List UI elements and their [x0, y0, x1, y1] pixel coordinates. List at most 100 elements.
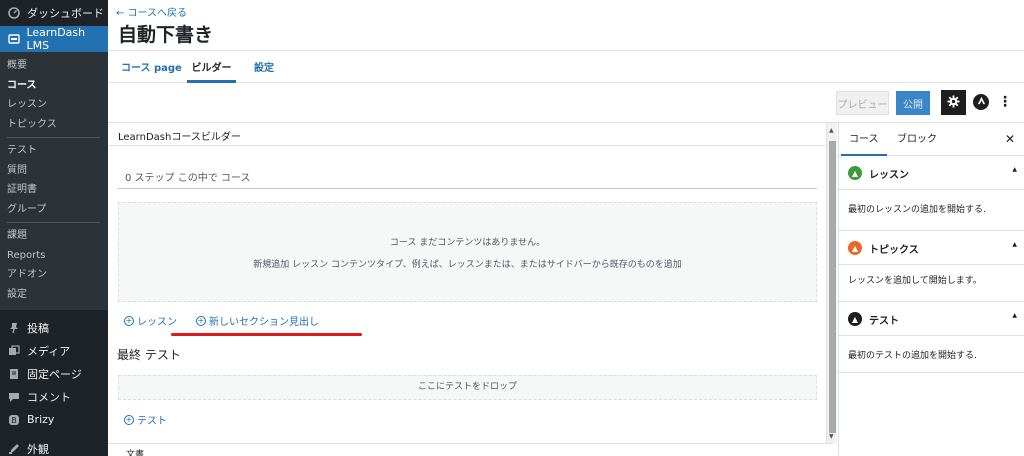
- steps-count: 0 ステップ この中で コース: [125, 173, 251, 184]
- more-options-button[interactable]: ⋮: [998, 92, 1012, 112]
- document-breadcrumb: 文書: [126, 450, 145, 456]
- submenu-addons[interactable]: アドオン: [0, 265, 108, 285]
- menu-dashboard[interactable]: ダッシュボード: [0, 0, 108, 26]
- submenu-overview[interactable]: 概要: [0, 56, 108, 76]
- comment-icon: [7, 390, 21, 404]
- submenu-topics[interactable]: トピックス: [0, 115, 108, 135]
- dashboard-icon: [7, 6, 21, 20]
- lessons-section: ▲ レッスン ▲ 最初のレッスンの追加を開始する.: [839, 156, 1024, 231]
- topic-icon: ▲: [848, 241, 862, 255]
- chevron-up-icon: ▲: [1012, 166, 1017, 173]
- astra-button[interactable]: [973, 94, 989, 110]
- pin-icon: [7, 321, 21, 335]
- menu-media[interactable]: メディア: [0, 339, 108, 362]
- plus-circle-icon: +: [196, 315, 206, 326]
- submenu-questions[interactable]: 質問: [0, 161, 108, 181]
- close-icon[interactable]: ✕: [1005, 132, 1015, 146]
- chevron-up-icon: ▲: [1012, 312, 1017, 319]
- add-section-heading-label: 新しいセクション見出し: [209, 317, 319, 328]
- menu-pages-label: 固定ページ: [27, 367, 82, 381]
- topics-section: ▲ トピックス ▲ レッスンを追加して開始します。: [839, 231, 1024, 302]
- tab-settings[interactable]: 設定: [254, 51, 274, 83]
- menu-pages[interactable]: 固定ページ: [0, 362, 108, 385]
- menu-appearance-label: 外観: [27, 442, 49, 456]
- topics-section-header[interactable]: ▲ トピックス ▲: [839, 231, 1024, 265]
- sidebar-tabs: コース ブロック ✕: [839, 123, 1024, 156]
- plus-circle-icon: +: [124, 414, 134, 425]
- menu-comments-label: コメント: [27, 390, 71, 404]
- menu-appearance[interactable]: 外観: [0, 437, 108, 456]
- tab-block[interactable]: ブロック: [889, 123, 945, 156]
- brizy-icon: B: [7, 413, 21, 427]
- menu-brizy-label: Brizy: [27, 413, 55, 426]
- learndash-icon: [7, 32, 20, 46]
- submenu-lessons[interactable]: レッスン: [0, 95, 108, 115]
- menu-learndash-label: LearnDash LMS: [26, 26, 86, 52]
- astra-logo-icon: [977, 96, 986, 108]
- add-quiz-label: テスト: [137, 416, 167, 427]
- page-title: 自動下書き: [118, 24, 214, 46]
- submenu-divider: [7, 137, 100, 138]
- menu-learndash[interactable]: LearnDash LMS: [0, 26, 108, 52]
- lessons-section-title: レッスン: [869, 170, 909, 181]
- svg-text:B: B: [11, 416, 17, 425]
- add-quiz-button[interactable]: + テスト: [124, 412, 167, 427]
- settings-button[interactable]: [941, 90, 966, 115]
- quiz-dropzone[interactable]: ここにテストをドロップ: [118, 375, 817, 400]
- submenu-quizzes[interactable]: テスト: [0, 141, 108, 161]
- submenu-reports[interactable]: Reports: [0, 246, 108, 266]
- lessons-section-text: 最初のレッスンの追加を開始する.: [848, 205, 986, 215]
- builder-title-divider: [108, 145, 826, 146]
- appearance-icon: [7, 442, 21, 456]
- menu-comments[interactable]: コメント: [0, 385, 108, 408]
- submenu-courses[interactable]: コース: [0, 76, 108, 96]
- scroll-up-arrow-icon[interactable]: ▲: [829, 127, 834, 134]
- pages-icon: [7, 367, 21, 381]
- preview-button[interactable]: プレビュー: [836, 91, 889, 115]
- settings-sidebar: コース ブロック ✕ ▲ レッスン ▲ 最初のレッスンの追加を開始する. ▲ ト…: [838, 123, 1024, 456]
- lesson-icon: ▲: [848, 166, 862, 180]
- submenu-groups[interactable]: グループ: [0, 200, 108, 220]
- learndash-submenu: 概要 コース レッスン トピックス テスト 質問 証明書 グループ 課題 Rep…: [0, 52, 108, 310]
- submenu-settings[interactable]: 設定: [0, 285, 108, 305]
- quizzes-section-text: 最初のテストの追加を開始する.: [848, 351, 977, 361]
- quizzes-section-header[interactable]: ▲ テスト ▲: [839, 302, 1024, 336]
- scrollbar-thumb[interactable]: [829, 141, 836, 433]
- lessons-section-header[interactable]: ▲ レッスン ▲: [839, 156, 1024, 190]
- gear-icon: [947, 94, 960, 111]
- submenu-divider: [7, 222, 100, 223]
- final-quiz-heading: 最終 テスト: [117, 348, 181, 362]
- topics-section-title: トピックス: [869, 245, 919, 256]
- empty-hint: 新規追加 レッスン コンテンツタイプ、例えば、レッスンまたは、またはサイドバーか…: [253, 260, 682, 270]
- empty-course-dropzone[interactable]: コース まだコンテンツはありません。 新規追加 レッスン コンテンツタイプ、例え…: [118, 202, 817, 302]
- scroll-down-arrow-icon[interactable]: ▼: [829, 433, 834, 440]
- tab-builder[interactable]: ビルダー: [187, 51, 236, 83]
- add-section-heading-button[interactable]: + 新しいセクション見出し: [196, 313, 319, 328]
- plus-circle-icon: +: [124, 315, 134, 326]
- add-lesson-button[interactable]: + レッスン: [124, 313, 177, 328]
- menu-posts-label: 投稿: [27, 321, 49, 335]
- more-vertical-icon: ⋮: [998, 94, 1012, 110]
- tab-course[interactable]: コース: [841, 123, 887, 156]
- menu-brizy[interactable]: B Brizy: [0, 408, 108, 431]
- highlight-underline: [171, 333, 362, 336]
- menu-dashboard-label: ダッシュボード: [27, 7, 104, 20]
- back-to-courses-link[interactable]: ← コースへ戻る: [116, 4, 187, 19]
- footer-divider: [108, 443, 833, 444]
- empty-message: コース まだコンテンツはありません。: [389, 238, 546, 248]
- publish-button[interactable]: 公開: [896, 91, 930, 115]
- media-icon: [7, 344, 21, 358]
- quiz-icon: ▲: [848, 312, 862, 326]
- tab-course-page[interactable]: コース page: [121, 51, 182, 83]
- steps-divider: [118, 188, 817, 189]
- menu-posts[interactable]: 投稿: [0, 316, 108, 339]
- submenu-assignments[interactable]: 課題: [0, 226, 108, 246]
- chevron-up-icon: ▲: [1012, 241, 1017, 248]
- builder-scrollbar[interactable]: ▲ ▼: [826, 123, 837, 443]
- admin-sidebar: ダッシュボード LearnDash LMS 概要 コース レッスン トピックス …: [0, 0, 108, 456]
- menu-media-label: メディア: [27, 344, 71, 358]
- topics-section-text: レッスンを追加して開始します。: [848, 276, 982, 286]
- submenu-certificates[interactable]: 証明書: [0, 180, 108, 200]
- add-lesson-label: レッスン: [137, 317, 177, 328]
- quizzes-section-title: テスト: [869, 316, 899, 327]
